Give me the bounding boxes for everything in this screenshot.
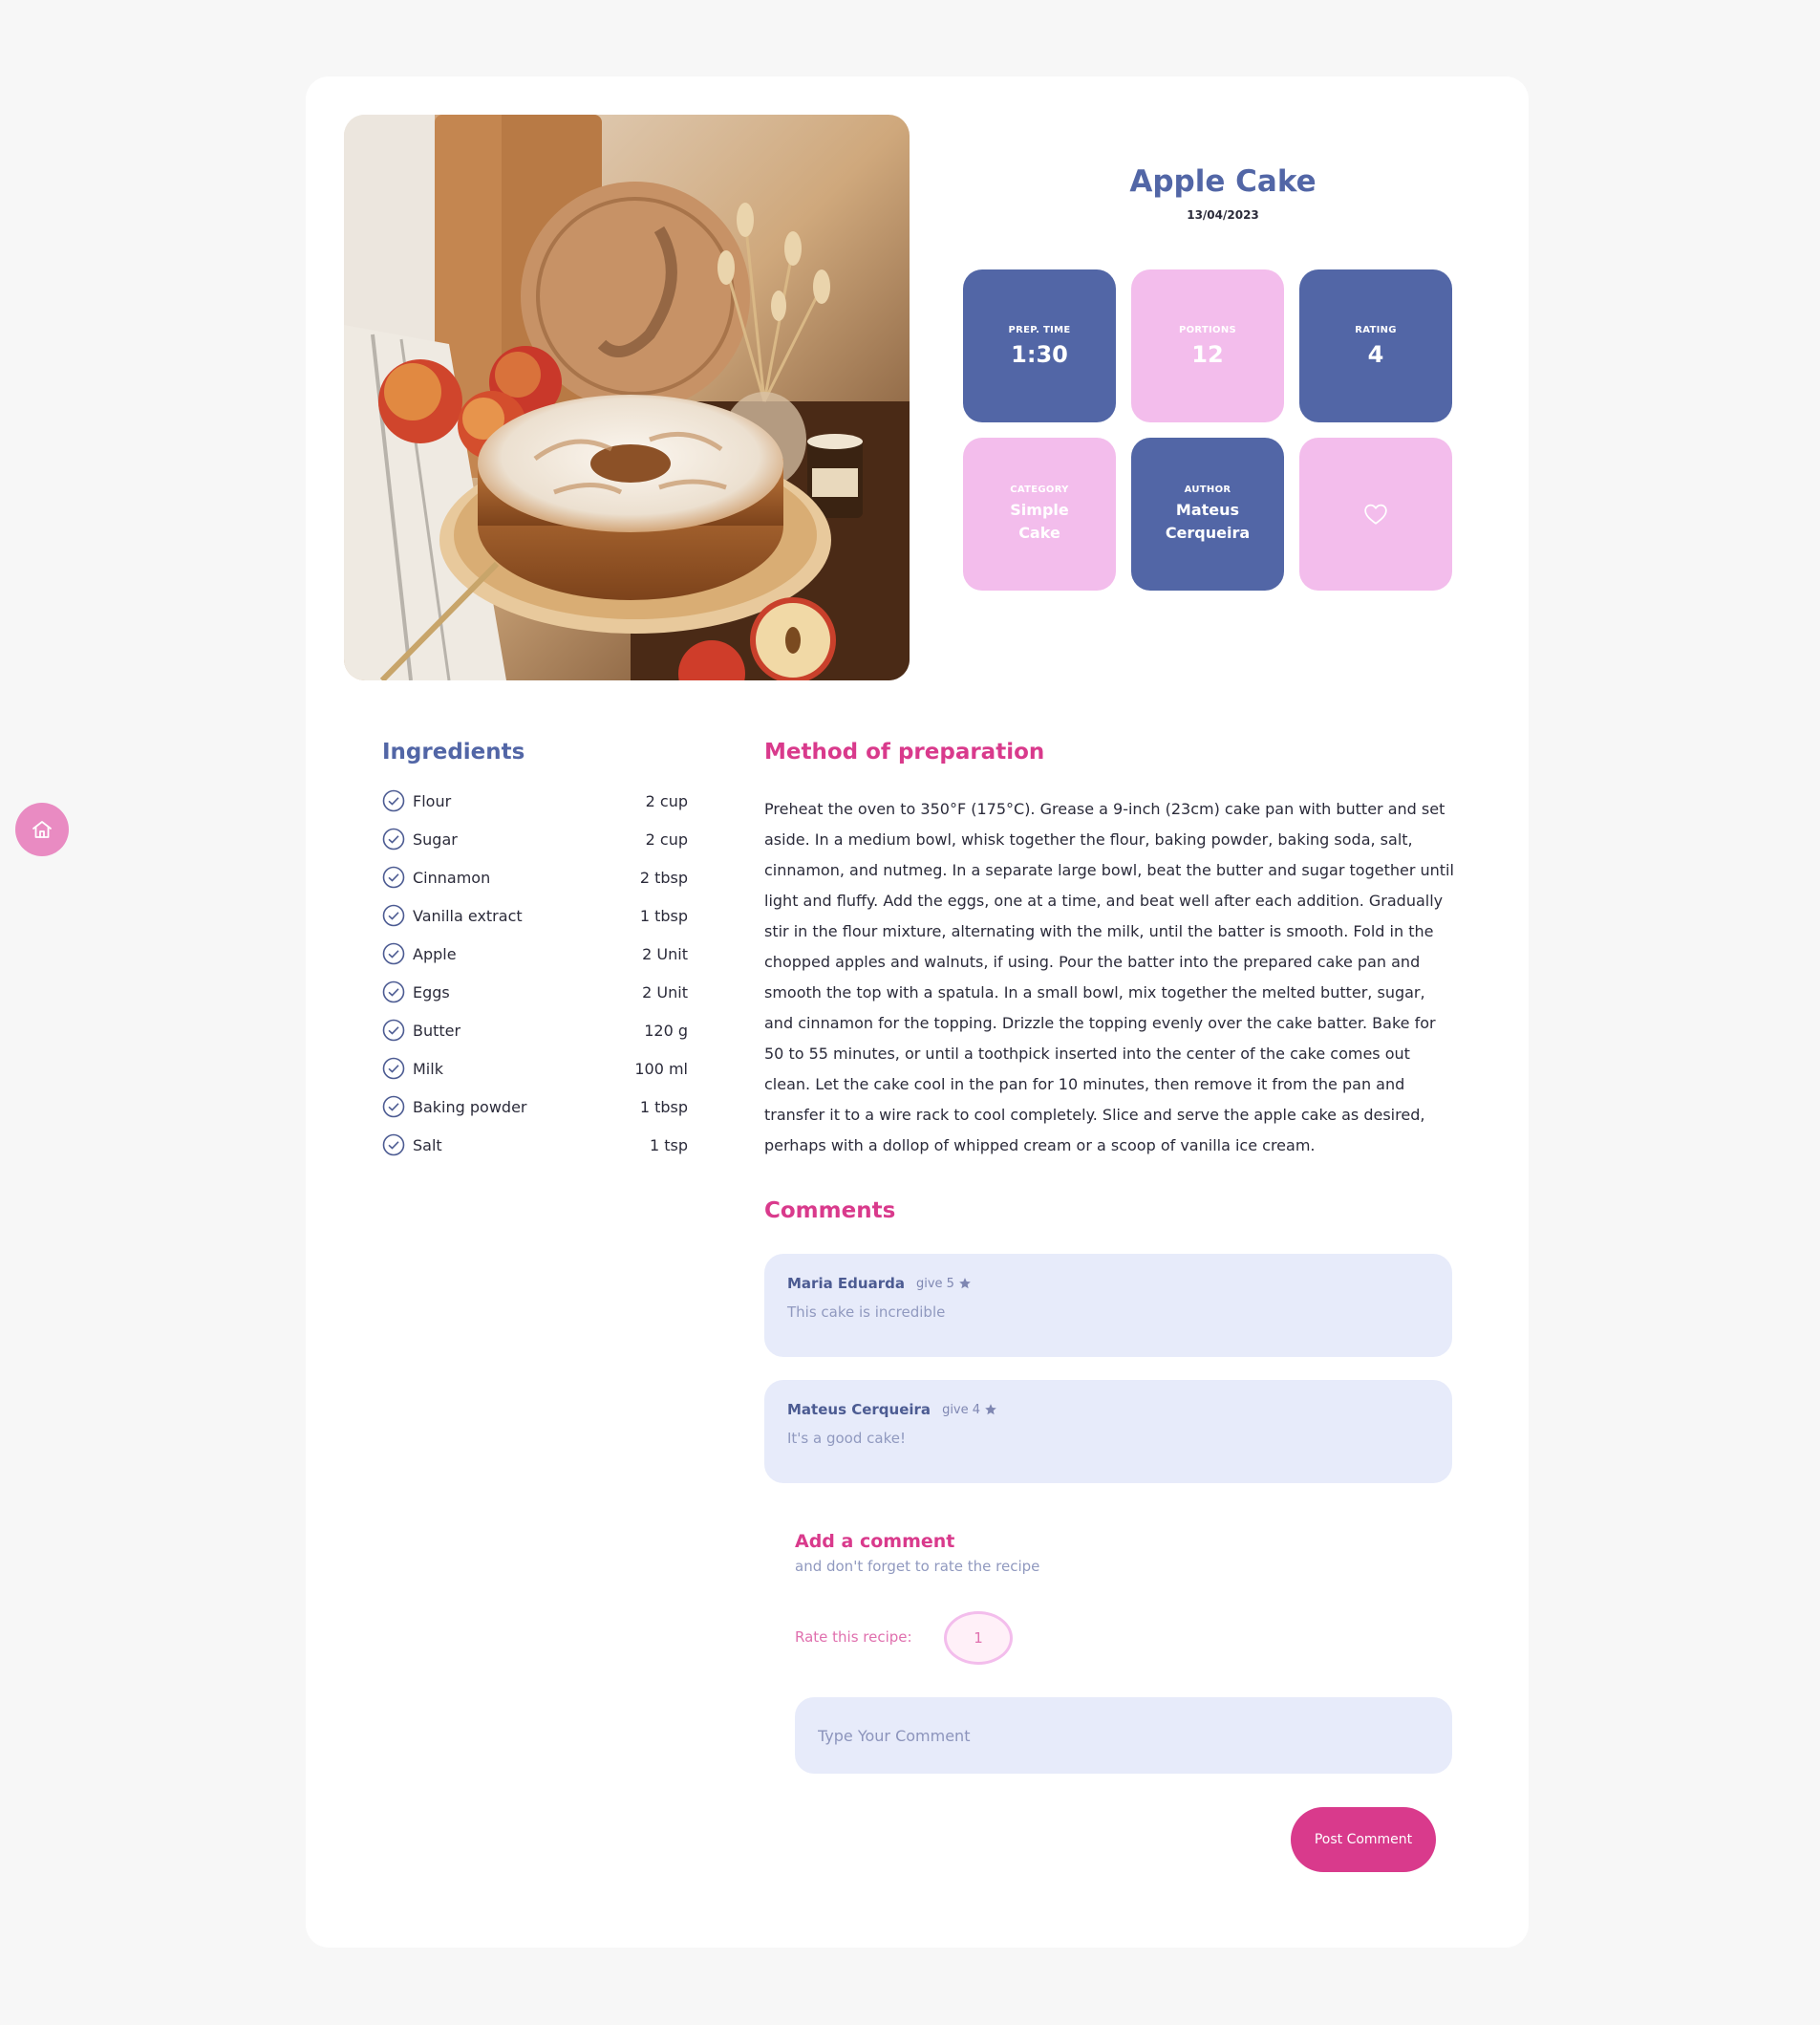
- check-circle-icon: [382, 1057, 405, 1080]
- ingredient-qty: 2 cup: [645, 791, 688, 810]
- ingredient-qty: 2 Unit: [642, 944, 688, 963]
- portions-label: PORTIONS: [1178, 324, 1237, 335]
- portions-value: 12: [1191, 340, 1224, 368]
- comment-input[interactable]: [795, 1697, 1452, 1774]
- category-tile: CATEGORY Simple Cake: [963, 438, 1116, 591]
- ingredient-qty: 100 ml: [634, 1059, 688, 1078]
- author-tile: AUTHOR Mateus Cerqueira: [1131, 438, 1284, 591]
- ingredient-qty: 1 tbsp: [639, 906, 688, 925]
- recipe-date: 13/04/2023: [1187, 208, 1259, 222]
- star-icon: [959, 1278, 971, 1289]
- ingredient-item[interactable]: Butter 120 g: [382, 1011, 688, 1049]
- rate-label: Rate this recipe:: [795, 1628, 912, 1646]
- comments-title: Comments: [764, 1198, 896, 1223]
- category-label: CATEGORY: [1010, 484, 1069, 495]
- ingredients-title: Ingredients: [382, 740, 525, 765]
- ingredient-item[interactable]: Cinnamon 2 tbsp: [382, 858, 688, 896]
- method-text: Preheat the oven to 350°F (175°C). Greas…: [764, 800, 1454, 1154]
- check-circle-icon: [382, 1133, 405, 1156]
- apple-cake-photo-illustration: [344, 115, 910, 680]
- author-label: AUTHOR: [1184, 484, 1231, 495]
- recipe-photo: [344, 115, 910, 680]
- comment-rating: give 4: [942, 1402, 981, 1417]
- ingredient-qty: 120 g: [644, 1021, 688, 1040]
- ingredient-qty: 1 tsp: [649, 1135, 688, 1154]
- ingredient-item[interactable]: Apple 2 Unit: [382, 935, 688, 973]
- ingredient-qty: 1 tbsp: [639, 1097, 688, 1116]
- rating-tile: RATING 4: [1299, 269, 1452, 422]
- ingredient-name: Vanilla extract: [413, 906, 523, 925]
- ingredient-name: Cinnamon: [413, 868, 491, 887]
- star-icon: [985, 1404, 996, 1415]
- ingredient-name: Eggs: [413, 982, 450, 1002]
- recipe-title: Apple Cake: [1129, 164, 1317, 199]
- check-circle-icon: [382, 1095, 405, 1118]
- home-icon: [32, 821, 52, 838]
- ingredient-item[interactable]: Eggs 2 Unit: [382, 973, 688, 1011]
- check-circle-icon: [382, 904, 405, 927]
- heart-icon: [1364, 504, 1387, 525]
- post-comment-button[interactable]: Post Comment: [1291, 1807, 1436, 1872]
- ingredient-name: Milk: [413, 1059, 443, 1078]
- comment-card: Mateus Cerqueira give 4 It's a good cake…: [764, 1380, 1452, 1483]
- rating-label: RATING: [1355, 324, 1397, 335]
- rate-input[interactable]: [944, 1611, 1013, 1665]
- author-value: Mateus Cerqueira: [1165, 500, 1251, 542]
- check-circle-icon: [382, 828, 405, 851]
- recipe-info-tiles: PREP. TIME 1:30 PORTIONS 12 RATING 4 CAT…: [963, 269, 1452, 591]
- method-title: Method of preparation: [764, 740, 1045, 765]
- category-value: Simple Cake: [1010, 500, 1069, 542]
- ingredient-qty: 2 cup: [645, 829, 688, 849]
- ingredient-qty: 2 tbsp: [639, 868, 688, 887]
- ingredient-name: Salt: [413, 1135, 442, 1154]
- prep-time-tile: PREP. TIME 1:30: [963, 269, 1116, 422]
- ingredients-list: Flour 2 cup Sugar 2 cup Cinnamon 2 tbsp …: [382, 782, 688, 1164]
- add-comment-title: Add a comment: [795, 1531, 955, 1552]
- ingredient-item[interactable]: Sugar 2 cup: [382, 820, 688, 858]
- check-circle-icon: [382, 980, 405, 1003]
- comment-text: This cake is incredible: [787, 1303, 946, 1321]
- ingredient-name: Flour: [413, 791, 452, 810]
- ingredient-qty: 2 Unit: [642, 982, 688, 1002]
- comment-card: Maria Eduarda give 5 This cake is incred…: [764, 1254, 1452, 1357]
- check-circle-icon: [382, 789, 405, 812]
- home-button[interactable]: [15, 803, 69, 856]
- add-comment-subtitle: and don't forget to rate the recipe: [795, 1558, 1040, 1575]
- comment-text: It's a good cake!: [787, 1430, 906, 1447]
- portions-tile: PORTIONS 12: [1131, 269, 1284, 422]
- check-circle-icon: [382, 866, 405, 889]
- ingredient-name: Sugar: [413, 829, 458, 849]
- ingredient-name: Butter: [413, 1021, 461, 1040]
- comment-author: Maria Eduarda: [787, 1275, 905, 1292]
- prep-time-label: PREP. TIME: [1008, 324, 1071, 335]
- comment-rating: give 5: [915, 1276, 954, 1291]
- check-circle-icon: [382, 942, 405, 965]
- favorite-button[interactable]: [1299, 438, 1452, 591]
- prep-time-value: 1:30: [1011, 340, 1068, 368]
- ingredient-item[interactable]: Vanilla extract 1 tbsp: [382, 896, 688, 935]
- ingredient-name: Apple: [413, 944, 457, 963]
- ingredient-item[interactable]: Baking powder 1 tbsp: [382, 1088, 688, 1126]
- ingredient-item[interactable]: Salt 1 tsp: [382, 1126, 688, 1164]
- ingredient-item[interactable]: Milk 100 ml: [382, 1049, 688, 1088]
- comment-author: Mateus Cerqueira: [787, 1401, 931, 1418]
- ingredient-name: Baking powder: [413, 1097, 527, 1116]
- check-circle-icon: [382, 1019, 405, 1042]
- ingredient-item[interactable]: Flour 2 cup: [382, 782, 688, 820]
- rating-value: 4: [1367, 340, 1384, 368]
- recipe-card: Apple Cake 13/04/2023 PREP. TIME 1:30 PO…: [306, 76, 1529, 1948]
